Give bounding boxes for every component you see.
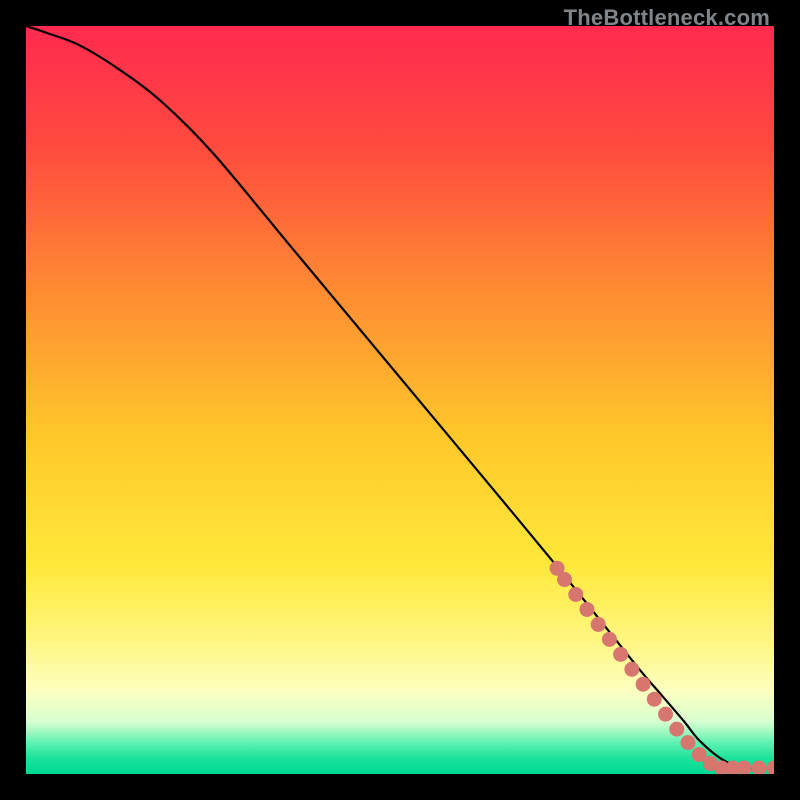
data-marker [591,617,606,632]
data-marker [580,602,595,617]
data-marker [602,632,617,647]
data-marker [658,707,673,722]
data-marker [613,647,628,662]
chart-svg [26,26,774,774]
data-marker [568,587,583,602]
chart-frame [26,26,774,774]
data-marker [647,692,662,707]
data-marker [680,735,695,750]
data-marker [624,662,639,677]
data-marker [669,722,684,737]
gradient-background [26,26,774,774]
data-marker [557,572,572,587]
data-marker [636,677,651,692]
